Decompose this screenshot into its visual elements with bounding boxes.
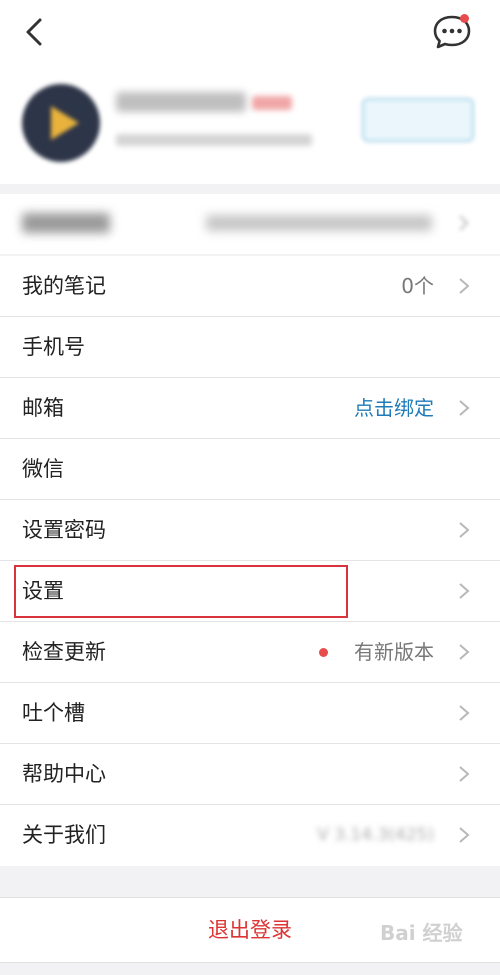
menu-item-settings[interactable]: 设置 [0,561,500,622]
bind-email-link[interactable]: 点击绑定 [354,378,434,438]
storage-label-blurred [22,213,110,233]
chevron-right-icon [459,215,469,231]
settings-menu-list: 我的笔记 0个 手机号 邮箱 点击绑定 微信 设置密码 设置 检查更新 有新版本… [0,256,500,866]
chevron-right-icon [459,583,470,599]
menu-item-label: 设置密码 [22,518,106,542]
profile-card[interactable] [0,64,500,184]
chevron-left-icon[interactable] [18,15,52,49]
notification-badge [460,14,469,23]
avatar[interactable] [22,84,100,162]
menu-item-label: 检查更新 [22,640,106,664]
menu-item-label: 关于我们 [22,823,106,847]
update-dot [319,648,328,657]
chevron-right-icon [459,400,470,416]
storage-value-blurred [206,215,432,231]
profile-badge-blurred [252,96,292,110]
chevron-right-icon [459,827,470,843]
menu-item-label: 吐个槽 [22,701,85,725]
chevron-right-icon [459,522,470,538]
menu-item-wechat[interactable]: 微信 [0,439,500,500]
storage-row[interactable] [0,194,500,254]
chevron-right-icon [459,278,470,294]
watermark: Bai 经验 [380,921,463,945]
chevron-right-icon [459,705,470,721]
menu-item-label: 帮助中心 [22,762,106,786]
menu-item-notes[interactable]: 我的笔记 0个 [0,256,500,317]
profile-name-blurred [116,92,246,112]
notes-count: 0个 [401,274,434,298]
top-bar [0,0,500,64]
menu-item-label: 微信 [22,457,64,481]
menu-item-label: 我的笔记 [22,274,106,298]
menu-item-about[interactable]: 关于我们 V 3.14.3(425) [0,805,500,866]
menu-item-phone[interactable]: 手机号 [0,317,500,378]
highlight-box [14,565,348,618]
menu-item-email[interactable]: 邮箱 点击绑定 [0,378,500,439]
menu-item-label: 邮箱 [22,396,64,420]
menu-item-set-password[interactable]: 设置密码 [0,500,500,561]
app-version: V 3.14.3(425) [317,825,434,845]
chevron-right-icon [459,644,470,660]
menu-item-feedback[interactable]: 吐个槽 [0,683,500,744]
menu-item-help-center[interactable]: 帮助中心 [0,744,500,805]
menu-item-check-update[interactable]: 检查更新 有新版本 [0,622,500,683]
update-status: 有新版本 [354,640,434,664]
menu-item-label: 手机号 [22,335,85,359]
profile-subtitle-blurred [116,134,312,146]
profile-action-button-blurred[interactable] [362,98,474,142]
chevron-right-icon [459,766,470,782]
